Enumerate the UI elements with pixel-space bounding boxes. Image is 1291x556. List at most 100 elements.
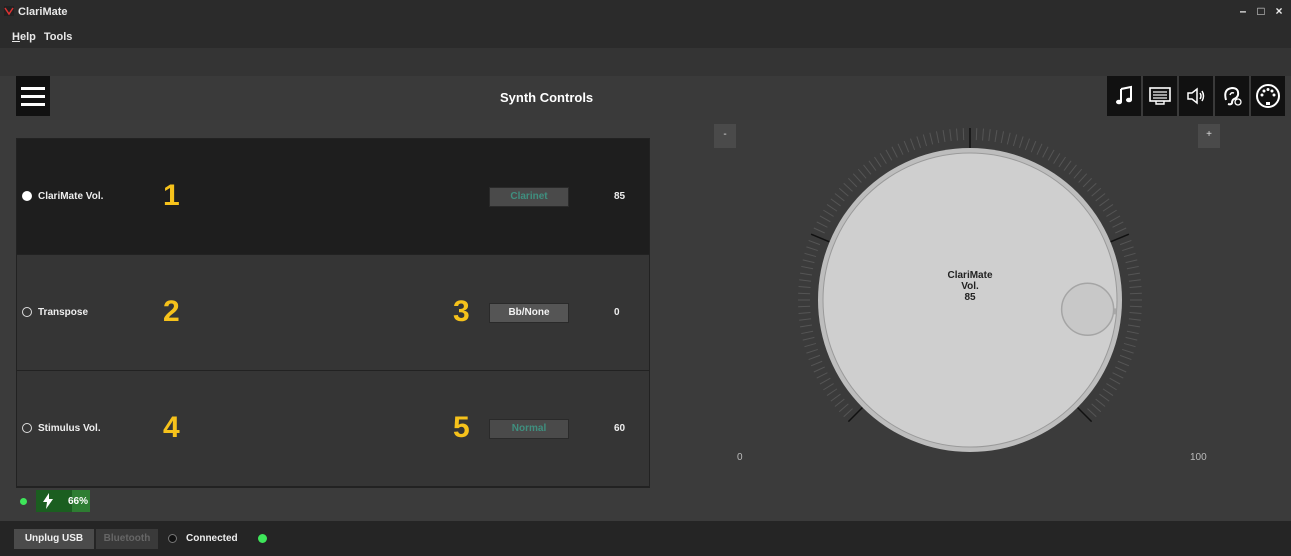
knob-tick xyxy=(1073,168,1083,179)
knob-label-line2: Vol. xyxy=(961,281,979,292)
knob-tick xyxy=(1024,138,1031,151)
mode-button[interactable]: Clarinet xyxy=(489,187,569,207)
knob-tick xyxy=(1112,221,1124,228)
knob-tick xyxy=(816,221,828,228)
speaker-icon xyxy=(1187,87,1205,105)
range-min-label: 0 xyxy=(737,452,743,463)
knob-tick xyxy=(1128,279,1141,282)
battery-percent: 66% xyxy=(68,495,89,507)
annotation-number: 4 xyxy=(163,411,180,444)
row-value: 85 xyxy=(614,191,626,202)
knob-tick xyxy=(1102,204,1114,212)
knob-tick xyxy=(819,377,831,385)
menu-help[interactable]: Help xyxy=(12,26,36,48)
knob-tick xyxy=(834,398,845,407)
knob-tick xyxy=(1018,136,1024,148)
knob-tick xyxy=(1125,259,1138,264)
knob-tick xyxy=(1122,246,1134,252)
increment-button[interactable]: + xyxy=(1198,124,1220,148)
knob-label: ClariMate Vol. 85 xyxy=(905,270,1035,303)
knob-tick xyxy=(830,393,841,402)
unplug-usb-button[interactable]: Unplug USB xyxy=(14,529,94,549)
row-radio[interactable] xyxy=(22,191,32,201)
knob-tick xyxy=(806,246,818,252)
knob-tick xyxy=(1126,330,1139,335)
row-radio[interactable] xyxy=(22,307,32,317)
knob-tick xyxy=(1115,366,1127,373)
knob-tick xyxy=(879,153,887,164)
knob-tick xyxy=(863,164,872,175)
knob-tick xyxy=(813,366,825,373)
knob-tick xyxy=(1115,227,1127,234)
menu-help-rest: elp xyxy=(19,31,36,43)
knob-tick xyxy=(1095,398,1106,407)
knob-tick xyxy=(988,129,991,142)
knob-tick xyxy=(838,403,849,413)
knob-tick xyxy=(802,336,815,341)
knob-tick xyxy=(903,140,910,153)
knob-tick xyxy=(823,383,834,391)
knob-tick xyxy=(1129,286,1142,288)
knob-tick xyxy=(1106,209,1117,217)
ear-button[interactable] xyxy=(1215,76,1249,116)
header: Synth Controls xyxy=(0,76,1291,120)
knob-tick xyxy=(804,252,817,258)
knob-tick xyxy=(1112,372,1124,379)
knob-tick xyxy=(1078,173,1088,183)
knob-tick xyxy=(1099,393,1110,402)
connection-radio[interactable] xyxy=(168,534,177,543)
app-title: ClariMate xyxy=(18,6,68,18)
minimize-button[interactable]: – xyxy=(1237,4,1249,18)
knob-tick xyxy=(949,129,952,142)
close-button[interactable]: × xyxy=(1273,4,1285,18)
knob-tick xyxy=(1091,187,1102,197)
speaker-button[interactable] xyxy=(1179,76,1213,116)
knob-tick xyxy=(1126,265,1139,270)
knob-tick xyxy=(819,215,831,223)
title-bar: ClariMate – □ × xyxy=(0,0,1291,26)
mode-button[interactable]: Bb/None xyxy=(489,303,569,323)
status-strip: 66% xyxy=(16,490,650,512)
annotation-number: 1 xyxy=(163,179,180,212)
midi-connector-icon xyxy=(1256,84,1280,108)
toolbar-icons xyxy=(1107,76,1285,116)
knob-tick xyxy=(1068,164,1077,175)
knob-tick xyxy=(838,187,849,197)
hamburger-menu-button[interactable] xyxy=(16,76,50,116)
menu-tools[interactable]: Tools xyxy=(44,26,73,48)
maximize-button[interactable]: □ xyxy=(1255,4,1267,18)
control-row-transpose[interactable]: Transpose 2 3 Bb/None 0 xyxy=(17,255,649,371)
knob-tick xyxy=(1087,182,1097,192)
knob-tick xyxy=(1095,193,1106,202)
knob-tick xyxy=(1122,348,1134,354)
knob-tick xyxy=(843,182,853,192)
decrement-button[interactable]: - xyxy=(714,124,736,148)
music-note-icon xyxy=(1116,85,1132,105)
knob-tick xyxy=(1042,146,1049,158)
knob-tick xyxy=(982,128,984,141)
control-row-stimulus-vol[interactable]: Stimulus Vol. 4 5 Normal 60 xyxy=(17,371,649,487)
knob-tick xyxy=(798,286,811,288)
connection-status: Connected xyxy=(186,533,238,544)
midi-connector-button[interactable] xyxy=(1251,76,1285,116)
knob-tick xyxy=(804,342,817,348)
knob-tick xyxy=(1119,239,1132,246)
row-radio[interactable] xyxy=(22,423,32,433)
mode-button[interactable]: Normal xyxy=(489,419,569,439)
page-title: Synth Controls xyxy=(500,90,594,105)
knob-tick xyxy=(799,318,812,321)
knob-tick xyxy=(1123,342,1136,348)
knob-tick xyxy=(806,348,818,354)
knob-tick xyxy=(834,193,845,202)
knob-tick xyxy=(916,136,922,148)
control-row-clarimate-vol[interactable]: ClariMate Vol. 1 Clarinet 85 xyxy=(17,139,649,255)
knob-tick xyxy=(1036,143,1043,155)
music-note-button[interactable] xyxy=(1107,76,1141,116)
knob-tick xyxy=(922,134,928,147)
bluetooth-button[interactable]: Bluetooth xyxy=(96,529,158,549)
keyboard-display-button[interactable] xyxy=(1143,76,1177,116)
knob-tick xyxy=(813,227,825,234)
knob-tick xyxy=(1099,198,1110,207)
knob-tick xyxy=(956,128,958,141)
knob-label-line1: ClariMate xyxy=(947,270,993,281)
